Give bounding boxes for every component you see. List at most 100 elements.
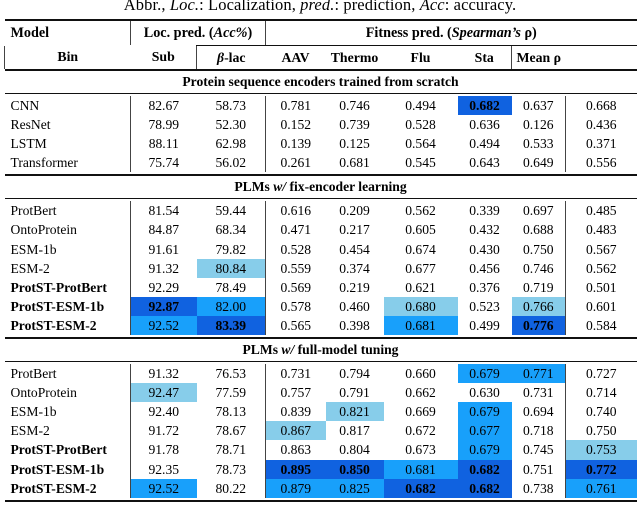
table-cell-lac: 0.152	[265, 115, 326, 135]
table-row: OntoProtein 92.47 77.59 0.757 0.791 0.662 0.63…	[5, 383, 637, 403]
cell-value: 0.637	[522, 98, 554, 113]
table-cell-bin: 91.32	[130, 258, 197, 278]
table-cell-lac: 0.867	[265, 421, 326, 441]
table-cell-thermo: 0.677	[384, 259, 458, 278]
table-cell-flu: 0.643	[458, 153, 512, 172]
table-cell-sta: 0.746	[512, 259, 566, 278]
highlighted-value: 0.679	[457, 440, 512, 460]
cell-value: 0.494	[469, 136, 500, 152]
cell-value: 0.863	[280, 442, 312, 458]
cell-value: 56.02	[215, 155, 247, 171]
cell-value: 62.98	[215, 136, 247, 152]
cell-value: 0.662	[405, 385, 436, 401]
table-cell-lac: 0.528	[265, 239, 326, 259]
table-cell-thermo: 0.564	[384, 134, 458, 153]
table-cell-mean: 0.436	[565, 115, 637, 135]
cell-value: 81.54	[148, 203, 180, 219]
row-label-model: OntoProtein	[5, 220, 131, 239]
highlighted-value: 0.681	[383, 459, 458, 479]
table-cell-lac: 0.565	[265, 315, 326, 336]
table-cell-sub: 78.49	[197, 278, 266, 297]
highlighted-value: 92.87	[131, 296, 197, 316]
cell-value: 0.567	[585, 241, 617, 257]
cell-value: 0.209	[339, 203, 370, 219]
cell-value: 0.718	[522, 423, 554, 439]
cell-value: 0.740	[585, 404, 617, 420]
row-label-model: CNN	[5, 96, 131, 115]
table-cell-thermo: 0.682	[383, 478, 458, 498]
cell-value: 0.839	[280, 404, 312, 420]
table-cell-sub: 76.53	[197, 364, 266, 383]
model-name-text: OntoProtein	[10, 222, 77, 238]
table-row: ProtST-ESM-2 92.52 83.39 0.565 0.398 0.681 0.4…	[5, 315, 637, 336]
table-row: ProtST-ESM-1b 92.35 78.73 0.895 0.850 0.681 0.…	[5, 459, 637, 479]
highlighted-value: 0.771	[511, 364, 565, 384]
cell-value: 0.371	[585, 136, 617, 152]
highlighted-value: 83.39	[196, 315, 265, 336]
cell-value: 68.34	[215, 222, 247, 238]
table-row: ESM-2 91.32 80.84 0.559 0.374 0.677 0.456 0.746…	[5, 258, 637, 278]
row-label-model: ProtST-ProtBert	[5, 440, 131, 459]
table-cell-bin: 92.40	[130, 402, 197, 422]
table-cell-aav: 0.217	[326, 220, 384, 239]
highlighted-value: 80.84	[196, 258, 265, 278]
cell-value: 0.545	[405, 155, 436, 171]
table-cell-lac: 0.839	[265, 402, 326, 422]
table-figure: Abbr., Loc.: Localization, pred.: predic…	[0, 0, 640, 530]
table-cell-bin: 92.29	[130, 277, 197, 297]
cell-value: 0.562	[585, 260, 617, 276]
table-cell-sub: 78.71	[197, 440, 266, 459]
cell-value: 0.436	[585, 117, 617, 133]
table-cell-aav: 0.817	[326, 421, 384, 440]
table-cell-thermo: 0.621	[384, 278, 458, 297]
cell-value: 58.73	[215, 98, 247, 113]
table-cell-thermo: 0.680	[383, 296, 458, 316]
model-name-text: ResNet	[10, 117, 51, 133]
cell-value: 0.714	[585, 385, 617, 401]
table-cell-sub: 83.39	[196, 315, 266, 336]
cell-value: 0.688	[522, 222, 554, 238]
cell-value: 0.556	[585, 155, 617, 171]
table-cell-sta: 0.694	[512, 402, 566, 421]
table-cell-mean: 0.371	[565, 134, 637, 154]
table-row: ResNet 78.99 52.30 0.152 0.739 0.528 0.636 0.12…	[5, 115, 637, 135]
highlighted-value: 0.772	[566, 459, 637, 479]
table-cell-sta: 0.751	[512, 460, 566, 479]
cell-value: 0.376	[469, 279, 500, 295]
table-cell-mean: 0.562	[565, 258, 637, 278]
cell-value: 0.697	[522, 203, 554, 219]
highlighted-value: 0.682	[457, 96, 512, 116]
column-group-header-localization: Loc. pred. (Acc%)	[130, 20, 266, 45]
cell-value: 0.719	[522, 279, 554, 295]
cell-value: 0.460	[339, 298, 370, 314]
table-body: Model Loc. pred. (Acc%) Fitness pred. (Spe…	[4, 18, 637, 502]
cell-value: 0.398	[339, 317, 370, 333]
table-cell-sub: 62.98	[197, 134, 266, 153]
section-header: Protein sequence encoders trained from s…	[182, 74, 459, 89]
column-header-model: Model	[10, 24, 50, 41]
table-row: LSTM 88.11 62.98 0.139 0.125 0.564 0.494 0.533 0…	[5, 134, 637, 154]
highlighted-value: 92.52	[131, 315, 197, 336]
table-cell-flu: 0.456	[458, 259, 512, 278]
table-cell-lac: 0.895	[265, 459, 326, 479]
highlighted-value: 92.52	[131, 478, 197, 498]
table-cell-bin: 91.61	[130, 239, 197, 259]
table-cell-bin: 92.47	[130, 383, 197, 403]
highlighted-value: 0.677	[457, 421, 512, 441]
cell-value: 0.738	[522, 480, 554, 496]
cell-value: 80.22	[215, 480, 247, 496]
table-cell-aav: 0.374	[326, 259, 384, 278]
row-label-model: ESM-2	[5, 421, 131, 440]
table-cell-bin: 78.99	[130, 115, 197, 135]
cell-value: 0.528	[280, 241, 312, 257]
table-cell-mean: 0.567	[565, 239, 637, 259]
highlighted-value: 0.682	[383, 478, 458, 498]
cell-value: 0.261	[280, 155, 312, 171]
table-cell-aav: 0.219	[326, 278, 384, 297]
table-cell-mean: 0.556	[565, 153, 637, 173]
table-cell-sta: 0.533	[512, 134, 566, 153]
table-cell-sub: 68.34	[197, 220, 266, 239]
cell-value: 0.454	[339, 241, 370, 257]
cell-value: 52.30	[215, 117, 247, 133]
table-cell-sub: 59.44	[197, 201, 266, 220]
